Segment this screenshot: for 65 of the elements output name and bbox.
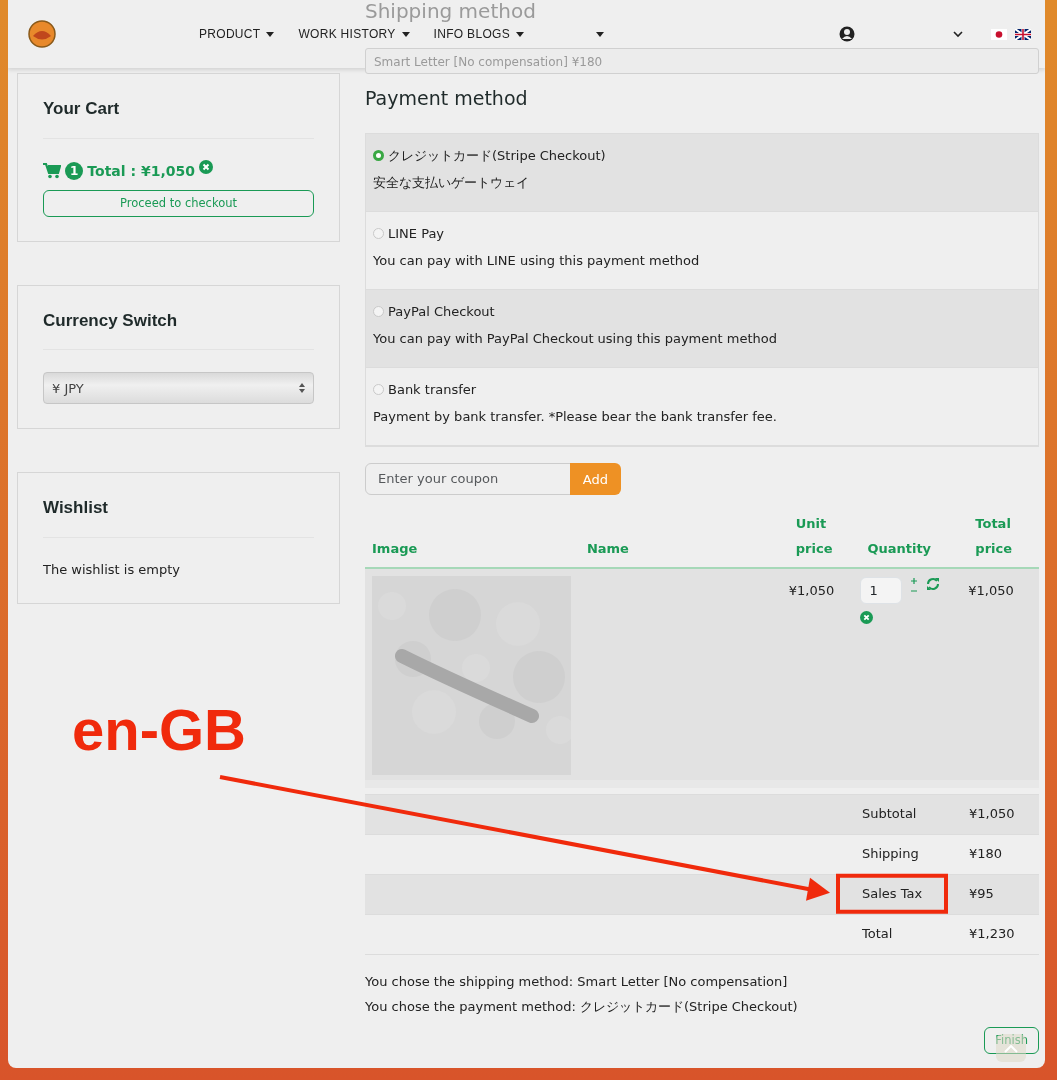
column-header: Image [372,540,418,556]
total-value: ¥95 [969,885,995,904]
user-icon[interactable] [839,26,855,42]
uk-flag-icon[interactable] [1015,28,1031,40]
total-label: Subtotal [862,806,917,822]
scroll-top-button[interactable] [996,1034,1026,1062]
summary-text: You chose the shipping method: Smart Letter [No compensation] [365,972,789,991]
option-description: 安全な支払いゲートウェイ [373,174,530,192]
summary-text: You chose the payment method: クレジットカード(Stripe Checkout) [365,997,799,1016]
panel-title: Your Cart [43,98,121,120]
payment-option[interactable]: PayPal Checkout You can pay with PayPal Checkout using this payment method [366,289,1038,368]
column-header: Name [586,540,629,556]
option-name: LINE Pay [388,224,445,243]
column-header: Quantity [867,540,932,556]
caret-icon [401,31,410,37]
panel-title: Currency Switch [43,309,179,332]
panel-title: Wishlist [43,497,110,520]
radio-button[interactable] [373,305,384,317]
logo-icon[interactable] [28,20,56,48]
nav-menu[interactable]: WORK HISTORY [298,25,410,43]
nav-menu[interactable]: PRODUCT [199,25,275,43]
remove-icon[interactable] [860,610,874,624]
total-value: ¥1,050 [969,805,1016,824]
chevron-up-icon [1004,1044,1018,1053]
currency-select[interactable]: ¥ JPY [43,372,314,405]
payment-option[interactable]: LINE Pay You can pay with LINE using this payment method [366,211,1038,290]
payment-option[interactable]: Bank transfer Payment by bank transfer. *Please bear the bank transfer fee. [366,367,1038,446]
section-title: Payment method [365,86,529,111]
radio-button[interactable] [373,227,384,239]
total-value: ¥180 [969,845,1004,864]
annotation-label: en-GB [72,696,246,764]
chevron-down-icon[interactable] [953,30,963,38]
stepper-icon[interactable] [910,576,919,593]
quantity-field[interactable]: 1 [860,576,903,604]
unit-price: ¥1,050 [788,582,835,598]
section-title: Shipping method [365,0,537,22]
total-label: Total [862,926,893,942]
japan-flag-icon[interactable] [991,28,1007,40]
remove-icon[interactable] [199,160,213,174]
payment-option[interactable]: クレジットカード(Stripe Checkout) 安全な支払いゲートウェイ [366,133,1038,212]
caret-icon [515,31,524,37]
column-header: Total price [975,515,1013,556]
count-badge: 1 [65,162,84,180]
caret-icon[interactable] [595,31,604,37]
coupon-field[interactable]: Enter your coupon [365,462,571,495]
total-label: Sales Tax [862,886,923,902]
option-name: Bank transfer [388,380,477,399]
option-description: You can pay with LINE using this payment method [373,252,701,270]
caret-icon [266,31,275,37]
column-header: Unit price [795,515,833,556]
empty-message: The wishlist is empty [43,560,181,579]
total-label: Shipping [862,846,919,862]
total-price: ¥1,050 [968,582,1014,598]
nav-menu[interactable]: INFO BLOGS [433,25,524,43]
cart-total: Total : ¥1,050 [87,161,195,181]
option-name: クレジットカード(Stripe Checkout) [388,146,606,165]
total-value: ¥1,230 [969,925,1016,944]
radio-button[interactable] [373,383,384,395]
sort-arrows-icon [299,383,305,394]
option-description: You can pay with PayPal Checkout using this payment method [373,330,778,348]
refresh-icon[interactable] [926,576,941,591]
option-description: Payment by bank transfer. *Please bear the bank transfer fee. [373,408,778,426]
option-name: PayPal Checkout [388,302,495,321]
radio-button[interactable] [373,149,384,161]
cart-icon[interactable] [43,163,61,179]
